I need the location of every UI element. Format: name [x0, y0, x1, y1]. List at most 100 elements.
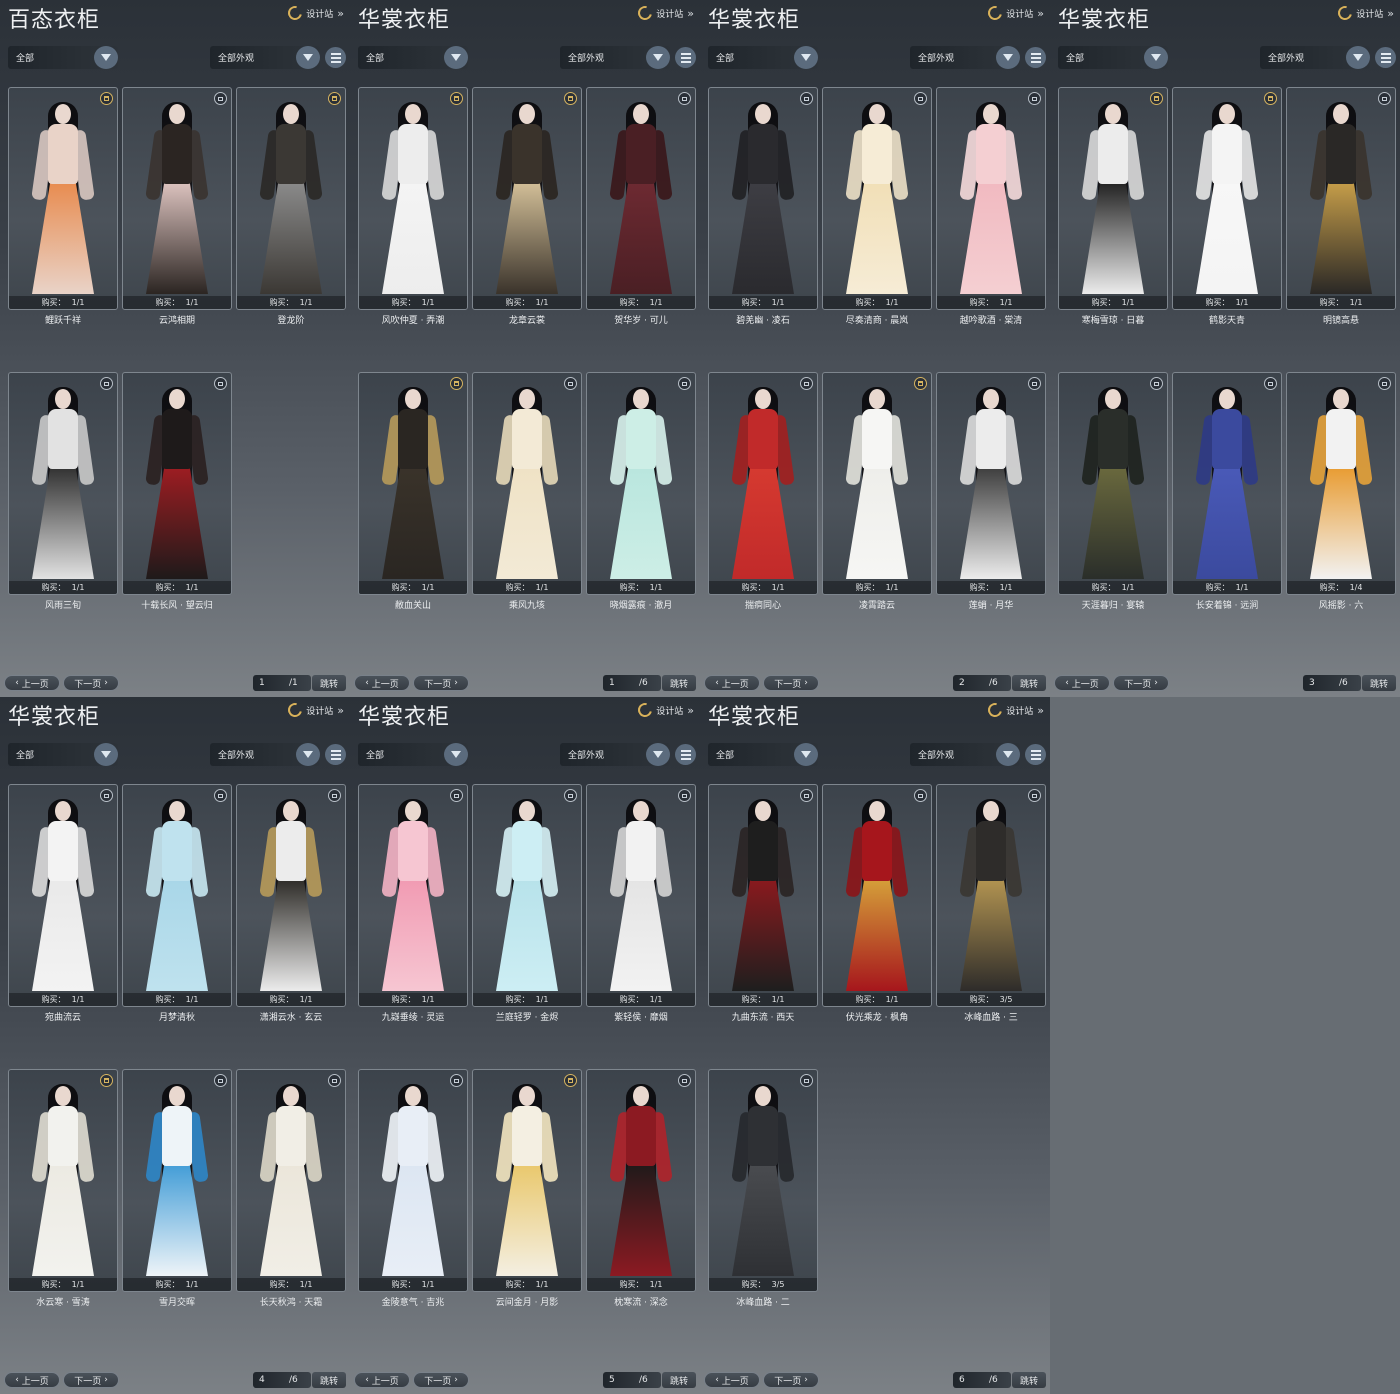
outfit-card[interactable]: 购买： 1/1 — [586, 87, 696, 310]
chevron-down-icon[interactable] — [996, 743, 1020, 766]
jump-button[interactable]: 跳转 — [662, 1372, 696, 1388]
outfit-card[interactable]: 购买： 1/1 — [472, 372, 582, 595]
sort-icon[interactable] — [675, 744, 696, 765]
appearance-filter-dropdown[interactable]: 全部外观 — [210, 743, 320, 766]
sort-icon[interactable] — [1375, 47, 1396, 68]
tag-icon[interactable] — [1028, 377, 1041, 390]
tag-icon[interactable] — [100, 789, 113, 802]
outfit-card[interactable]: 购买： 1/1 — [586, 372, 696, 595]
chevron-down-icon[interactable] — [1144, 46, 1168, 69]
tag-icon[interactable] — [1264, 377, 1277, 390]
next-page-button[interactable]: 下一页 — [63, 1372, 119, 1388]
tag-icon[interactable] — [100, 377, 113, 390]
outfit-card[interactable]: 购买： 1/1 — [708, 784, 818, 1007]
jump-button[interactable]: 跳转 — [312, 1372, 346, 1388]
outfit-card[interactable]: 购买： 1/1 — [586, 784, 696, 1007]
page-number-input[interactable]: 3/6 — [1303, 675, 1361, 691]
chevron-down-icon[interactable] — [794, 743, 818, 766]
prev-page-button[interactable]: 上一页 — [354, 1372, 410, 1388]
page-number-input[interactable]: 2/6 — [953, 675, 1011, 691]
tag-icon[interactable] — [214, 789, 227, 802]
tag-icon[interactable] — [800, 1074, 813, 1087]
sort-icon[interactable] — [325, 47, 346, 68]
tag-icon[interactable] — [328, 1074, 341, 1087]
outfit-card[interactable]: 购买： 1/1 — [8, 372, 118, 595]
outfit-card[interactable]: 购买： 1/1 — [358, 87, 468, 310]
design-station-link[interactable]: 设计站» — [635, 700, 694, 720]
outfit-card[interactable]: 购买： 1/1 — [122, 1069, 232, 1292]
page-number-input[interactable]: 4/6 — [253, 1372, 311, 1388]
outfit-card[interactable]: 购买： 1/1 — [708, 87, 818, 310]
tag-icon[interactable] — [1150, 377, 1163, 390]
appearance-filter-dropdown[interactable]: 全部外观 — [910, 743, 1020, 766]
tag-icon[interactable] — [800, 789, 813, 802]
chevron-down-icon[interactable] — [296, 743, 320, 766]
appearance-filter-dropdown[interactable]: 全部外观 — [560, 743, 670, 766]
outfit-card[interactable]: 购买： 1/1 — [472, 87, 582, 310]
outfit-card[interactable]: 购买： 1/1 — [936, 372, 1046, 595]
outfit-card[interactable]: 购买： 3/5 — [708, 1069, 818, 1292]
tag-icon[interactable] — [678, 789, 691, 802]
outfit-card[interactable]: 购买： 1/1 — [586, 1069, 696, 1292]
outfit-card[interactable]: 购买： 1/1 — [1058, 87, 1168, 310]
page-number-input[interactable]: 1/6 — [603, 675, 661, 691]
outfit-card[interactable]: 购买： 1/1 — [358, 784, 468, 1007]
page-number-input[interactable]: 6/6 — [953, 1372, 1011, 1388]
outfit-card[interactable]: 购买： 1/1 — [358, 372, 468, 595]
design-station-link[interactable]: 设计站» — [985, 3, 1044, 23]
prev-page-button[interactable]: 上一页 — [704, 1372, 760, 1388]
tag-icon[interactable] — [564, 377, 577, 390]
jump-button[interactable]: 跳转 — [662, 675, 696, 691]
outfit-card[interactable]: 购买： 1/1 — [8, 1069, 118, 1292]
outfit-card[interactable]: 购买： 1/1 — [236, 784, 346, 1007]
trash-icon[interactable] — [328, 92, 341, 105]
category-filter-dropdown[interactable]: 全部 — [708, 743, 818, 766]
chevron-down-icon[interactable] — [996, 46, 1020, 69]
next-page-button[interactable]: 下一页 — [413, 675, 469, 691]
outfit-card[interactable]: 购买： 1/1 — [822, 784, 932, 1007]
outfit-card[interactable]: 购买： 1/1 — [236, 87, 346, 310]
tag-icon[interactable] — [914, 789, 927, 802]
trash-icon[interactable] — [564, 92, 577, 105]
outfit-card[interactable]: 购买： 1/4 — [1286, 372, 1396, 595]
tag-icon[interactable] — [214, 92, 227, 105]
sort-icon[interactable] — [325, 744, 346, 765]
tag-icon[interactable] — [450, 789, 463, 802]
jump-button[interactable]: 跳转 — [1012, 675, 1046, 691]
sort-icon[interactable] — [1025, 744, 1046, 765]
trash-icon[interactable] — [914, 377, 927, 390]
page-number-input[interactable]: 5/6 — [603, 1372, 661, 1388]
tag-icon[interactable] — [800, 92, 813, 105]
outfit-card[interactable]: 购买： 1/1 — [822, 372, 932, 595]
next-page-button[interactable]: 下一页 — [1113, 675, 1169, 691]
chevron-down-icon[interactable] — [296, 46, 320, 69]
chevron-down-icon[interactable] — [444, 46, 468, 69]
category-filter-dropdown[interactable]: 全部 — [8, 743, 118, 766]
tag-icon[interactable] — [1028, 789, 1041, 802]
tag-icon[interactable] — [914, 92, 927, 105]
category-filter-dropdown[interactable]: 全部 — [8, 46, 118, 69]
tag-icon[interactable] — [678, 92, 691, 105]
next-page-button[interactable]: 下一页 — [63, 675, 119, 691]
sort-icon[interactable] — [1025, 47, 1046, 68]
outfit-card[interactable]: 购买： 1/1 — [1172, 372, 1282, 595]
chevron-down-icon[interactable] — [444, 743, 468, 766]
trash-icon[interactable] — [450, 377, 463, 390]
next-page-button[interactable]: 下一页 — [763, 1372, 819, 1388]
tag-icon[interactable] — [564, 789, 577, 802]
appearance-filter-dropdown[interactable]: 全部外观 — [210, 46, 320, 69]
prev-page-button[interactable]: 上一页 — [354, 675, 410, 691]
tag-icon[interactable] — [214, 377, 227, 390]
outfit-card[interactable]: 购买： 1/1 — [1286, 87, 1396, 310]
chevron-down-icon[interactable] — [1346, 46, 1370, 69]
outfit-card[interactable]: 购买： 1/1 — [822, 87, 932, 310]
tag-icon[interactable] — [800, 377, 813, 390]
chevron-down-icon[interactable] — [646, 46, 670, 69]
prev-page-button[interactable]: 上一页 — [704, 675, 760, 691]
outfit-card[interactable]: 购买： 1/1 — [472, 1069, 582, 1292]
trash-icon[interactable] — [450, 92, 463, 105]
prev-page-button[interactable]: 上一页 — [1054, 675, 1110, 691]
tag-icon[interactable] — [214, 1074, 227, 1087]
outfit-card[interactable]: 购买： 1/1 — [1058, 372, 1168, 595]
prev-page-button[interactable]: 上一页 — [4, 675, 60, 691]
